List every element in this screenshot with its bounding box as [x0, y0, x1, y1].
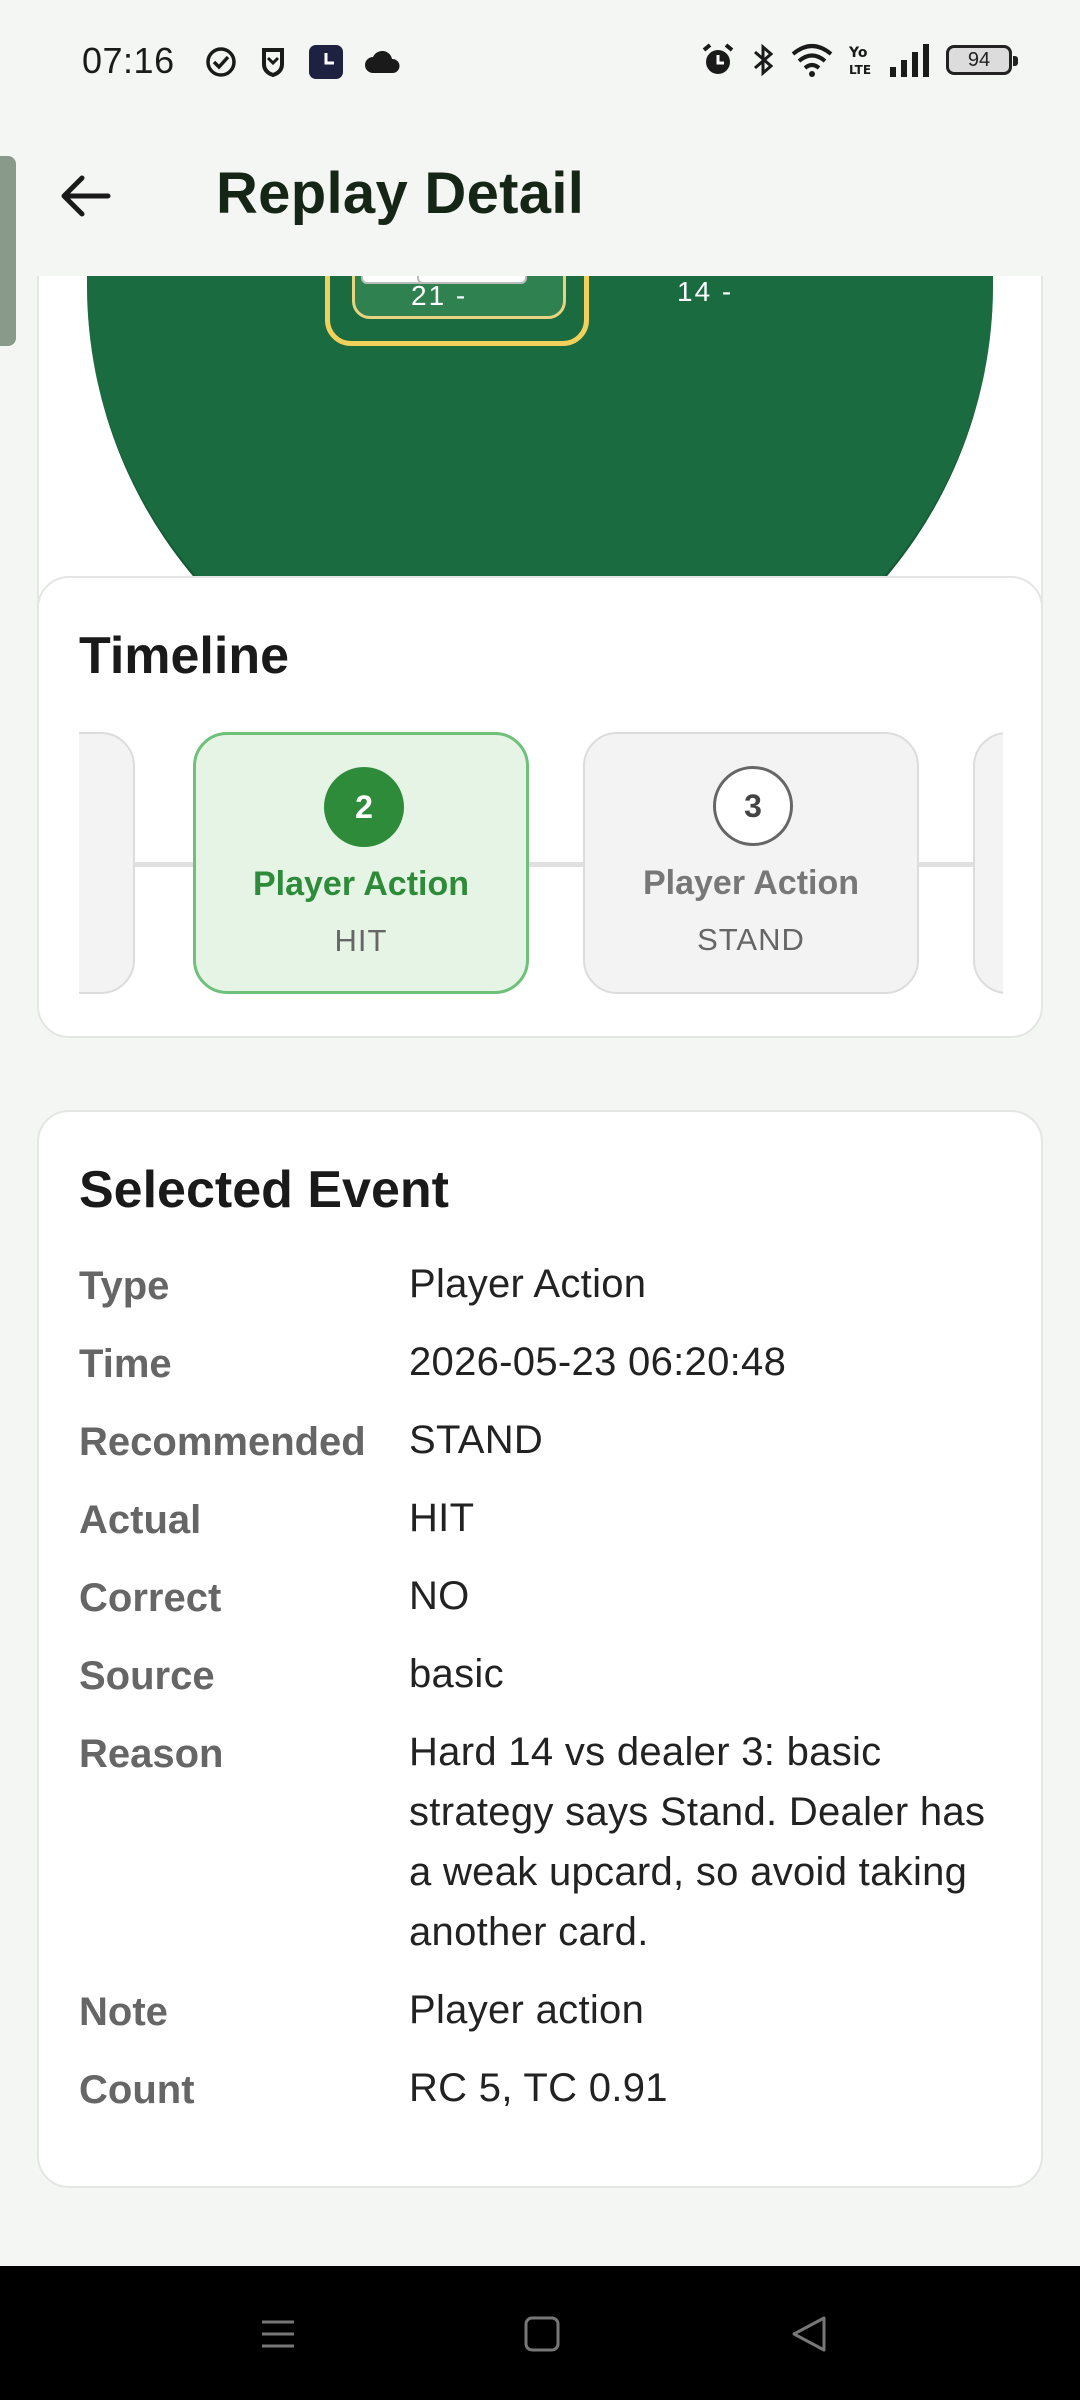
status-time: 07:16 [82, 40, 175, 81]
detail-key: Actual [79, 1498, 202, 1542]
status-left-icons [204, 44, 402, 80]
detail-key: Note [79, 1990, 168, 2034]
step-action: STAND [697, 922, 805, 957]
selected-event-card: Selected Event Type Player Action Time 2… [37, 1110, 1043, 2188]
battery-level: 94 [967, 48, 991, 71]
detail-key: Correct [79, 1576, 222, 1620]
screen: 07:16 Yo LTE 94 Replay Detail 21 - 14 - … [0, 0, 1080, 2400]
edge-panel-handle[interactable] [0, 156, 16, 346]
card-rank: 2 [501, 276, 517, 280]
selected-event-title: Selected Event [79, 1161, 449, 1219]
detail-key: Source [79, 1654, 215, 1698]
detail-value: RC 5, TC 0.91 [409, 2066, 668, 2110]
detail-value: NO [409, 1574, 470, 1618]
detail-value: Hard 14 vs dealer 3: basic strategy says… [409, 1730, 986, 1954]
back-triangle-icon[interactable] [786, 2310, 834, 2358]
clock-app-icon [309, 45, 343, 79]
scroll-content[interactable]: 2 21 - 14 - Timeline 2 Player Action HIT [0, 276, 1080, 2266]
svg-text:LTE: LTE [849, 63, 871, 77]
detail-key: Reason [79, 1732, 224, 1776]
step-number-badge: 2 [324, 767, 404, 847]
volte-icon: Yo LTE [848, 45, 871, 77]
app-bar: Replay Detail [0, 126, 1080, 276]
step-label: Player Action [252, 865, 470, 903]
player-hand: 2 21 - [352, 276, 566, 319]
detail-value: STAND [409, 1418, 544, 1462]
detail-value: Player Action [409, 1262, 647, 1306]
detail-value: basic [409, 1652, 504, 1696]
timeline-step[interactable]: 3 Player Action STAND [583, 732, 919, 994]
step-action: HIT [334, 923, 388, 958]
system-nav-bar [0, 2266, 1080, 2400]
player-hand-highlight[interactable]: 2 21 - [325, 276, 589, 346]
menu-icon[interactable] [254, 2310, 302, 2358]
timeline-step-next[interactable] [973, 732, 1003, 994]
timeline-card: Timeline 2 Player Action HIT 3 Player Ac… [37, 576, 1043, 1038]
timeline-step[interactable]: 2 Player Action HIT [193, 732, 529, 994]
signal-icon [890, 44, 929, 77]
alarm-icon [702, 43, 734, 74]
status-right-icons: Yo LTE 94 [700, 42, 1018, 78]
timeline-step-prev[interactable] [79, 732, 135, 994]
status-bar: 07:16 Yo LTE 94 [0, 0, 1080, 126]
arrow-left-icon [61, 175, 111, 217]
timeline-track[interactable]: 2 Player Action HIT 3 Player Action STAN… [79, 732, 1003, 994]
home-icon[interactable] [518, 2310, 566, 2358]
page-title: Replay Detail [216, 161, 585, 226]
step-label: Player Action [642, 864, 860, 902]
detail-key: Count [79, 2068, 195, 2112]
shield-icon [262, 48, 284, 78]
svg-text:Yo: Yo [848, 45, 868, 61]
timeline-title: Timeline [79, 627, 290, 685]
step-number-badge: 3 [713, 766, 793, 846]
player-hand-total: 21 - [411, 280, 468, 311]
check-circle-icon [206, 47, 236, 77]
wifi-icon [791, 44, 833, 77]
battery-indicator: 94 [946, 45, 1018, 75]
detail-value: 2026-05-23 06:20:48 [409, 1340, 787, 1384]
detail-value: HIT [409, 1496, 475, 1540]
detail-key: Time [79, 1342, 172, 1386]
dealer-hand-total: 14 - [677, 276, 734, 307]
detail-key: Type [79, 1264, 170, 1308]
back-button[interactable] [44, 156, 124, 236]
detail-value: Player action [409, 1988, 645, 2032]
detail-key: Recommended [79, 1420, 366, 1464]
bluetooth-icon [754, 43, 774, 77]
cloud-icon [365, 50, 400, 73]
